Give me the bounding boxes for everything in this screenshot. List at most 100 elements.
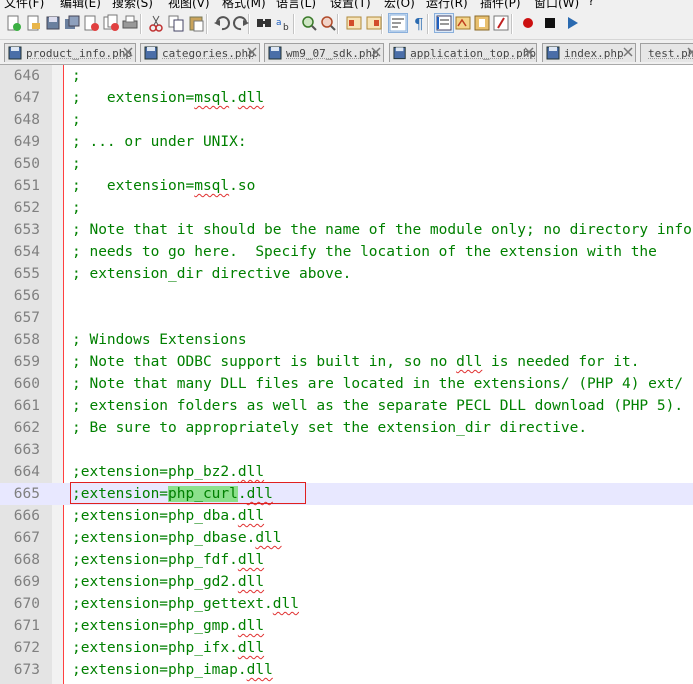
code-line[interactable]: 664 ;extension=php_bz2.dll	[0, 461, 693, 483]
code-line[interactable]: 656	[0, 285, 693, 307]
code-line[interactable]: 661 ; extension folders as well as the se…	[0, 395, 693, 417]
copy-icon	[168, 15, 184, 32]
file-disk-icon	[8, 46, 22, 60]
menu-item[interactable]: 插件(P)	[480, 0, 521, 9]
close-all-button[interactable]	[101, 13, 121, 33]
menu-item[interactable]: 搜索(S)	[112, 0, 153, 9]
replace-button[interactable]: ab	[274, 13, 294, 33]
menu-item[interactable]: 编辑(E)	[60, 0, 101, 9]
spell-check-mark: dll	[237, 618, 265, 634]
file-disk-icon	[393, 46, 406, 60]
close-icon[interactable]	[687, 47, 693, 57]
close-icon[interactable]	[623, 47, 633, 57]
zoom-in-button[interactable]	[299, 13, 319, 33]
code-line[interactable]: 657	[0, 307, 693, 329]
current-line[interactable]: 665 ;extension=php_curl.dll	[0, 482, 693, 505]
code-line[interactable]: 655 ; extension_dir directive above.	[0, 263, 693, 285]
user-lang-button[interactable]	[453, 13, 473, 33]
print-button[interactable]	[120, 13, 140, 33]
menu-item[interactable]: ?	[588, 0, 594, 8]
line-number: 663	[13, 442, 40, 458]
code-text: ; extension=msql.dll	[72, 90, 265, 106]
play-macro-button[interactable]	[562, 13, 582, 33]
code-line[interactable]: 669 ;extension=php_gd2.dll	[0, 571, 693, 593]
code-line[interactable]: 653 ; Note that it should be the name of …	[0, 219, 693, 241]
record-macro-icon	[523, 18, 533, 28]
open-file-button[interactable]	[23, 13, 43, 33]
code-line[interactable]: 659 ; Note that ODBC support is built in,…	[0, 351, 693, 373]
code-line[interactable]: 670 ;extension=php_gettext.dll	[0, 593, 693, 615]
code-line[interactable]: 667 ;extension=php_dbase.dll	[0, 527, 693, 549]
doc-map-button[interactable]	[472, 13, 492, 33]
tab-file[interactable]: test.php	[640, 43, 693, 62]
tab-file[interactable]: index.php	[542, 43, 636, 62]
code-line[interactable]: 648;	[0, 109, 693, 131]
code-line[interactable]: 663	[0, 439, 693, 461]
new-file-button[interactable]	[3, 13, 23, 33]
close-button[interactable]	[81, 13, 101, 33]
save-icon	[46, 16, 60, 30]
close-icon[interactable]	[247, 47, 257, 57]
paste-button[interactable]	[186, 13, 206, 33]
show-all-chars-button[interactable]: ¶	[409, 13, 429, 33]
menu-item[interactable]: 语言(L)	[276, 0, 316, 9]
tab-file[interactable]: product_info.php	[4, 43, 136, 62]
redo-button[interactable]	[231, 13, 251, 33]
tab-label: index.php	[564, 46, 624, 60]
code-line[interactable]: 660 ; Note that many DLL files are locate…	[0, 373, 693, 395]
close-icon[interactable]	[524, 47, 534, 57]
zoom-out-button[interactable]	[318, 13, 338, 33]
record-macro-button[interactable]	[518, 13, 538, 33]
line-number: 651	[13, 178, 40, 194]
tab-file[interactable]: wm9_07_sdk.php	[264, 43, 384, 62]
line-number: 646	[13, 68, 40, 84]
menu-item[interactable]: 文件(F)	[4, 0, 44, 9]
word-wrap-button[interactable]	[388, 13, 408, 33]
menu-item[interactable]: 设置(T)	[330, 0, 371, 9]
code-text: ;extension=php_dba.dll	[72, 508, 265, 524]
close-icon[interactable]	[371, 47, 381, 57]
code-text: ; ... or under UNIX:	[72, 134, 247, 150]
spell-check-mark: dll	[456, 354, 483, 370]
code-line[interactable]: 652;	[0, 197, 693, 219]
menu-item[interactable]: 运行(R)	[426, 0, 468, 9]
undo-button[interactable]	[212, 13, 232, 33]
code-line[interactable]: 671 ;extension=php_gmp.dll	[0, 615, 693, 637]
tab-label: product_info.php	[26, 46, 132, 60]
tab-file[interactable]: categories.php	[140, 43, 260, 62]
close-icon[interactable]	[123, 47, 133, 57]
code-line[interactable]: 662 ; Be sure to appropriately set the ex…	[0, 417, 693, 439]
code-line[interactable]: 646;	[0, 65, 693, 87]
word-wrap-icon	[389, 14, 407, 32]
stop-macro-button[interactable]	[540, 13, 560, 33]
cut-button[interactable]	[146, 13, 166, 33]
code-line[interactable]: 673 ;extension=php_imap.dll	[0, 659, 693, 681]
code-line[interactable]: 647 ; extension=msql.dll	[0, 87, 693, 109]
menu-item[interactable]: 宏(O)	[384, 0, 415, 9]
code-line[interactable]: 672 ;extension=php_ifx.dll	[0, 637, 693, 659]
indent-guide-button[interactable]	[434, 13, 454, 33]
tab-file[interactable]: application_top.php	[389, 43, 537, 62]
sync-h-button[interactable]	[364, 13, 384, 33]
code-line[interactable]: 668 ;extension=php_fdf.dll	[0, 549, 693, 571]
menu-item[interactable]: 视图(V)	[168, 0, 210, 9]
code-line[interactable]: 666 ;extension=php_dba.dll	[0, 505, 693, 527]
menu-item[interactable]: 格式(M)	[222, 0, 266, 9]
code-line[interactable]: 650;	[0, 153, 693, 175]
find-button[interactable]	[254, 13, 274, 33]
save-all-button[interactable]	[62, 13, 82, 33]
code-line[interactable]: 649 ; ... or under UNIX:	[0, 131, 693, 153]
code-editor[interactable]: 646; 647 ; extension=msql.dll 648; 649 ; ... …	[0, 65, 693, 684]
sync-v-button[interactable]	[344, 13, 364, 33]
function-list-button[interactable]	[491, 13, 511, 33]
copy-button[interactable]	[166, 13, 186, 33]
code-line[interactable]: 658 ; Windows Extensions	[0, 329, 693, 351]
code-line[interactable]: 651 ; extension=msql.so	[0, 175, 693, 197]
save-button[interactable]	[43, 13, 63, 33]
line-number: 667	[13, 530, 40, 546]
code-text: ;	[72, 200, 81, 216]
menu-item[interactable]: 窗口(W)	[534, 0, 579, 9]
code-line[interactable]: 654 ; needs to go here. Specify the locat…	[0, 241, 693, 263]
code-text: ; Be sure to appropriately set the exten…	[72, 420, 588, 436]
file-disk-icon	[144, 46, 158, 60]
